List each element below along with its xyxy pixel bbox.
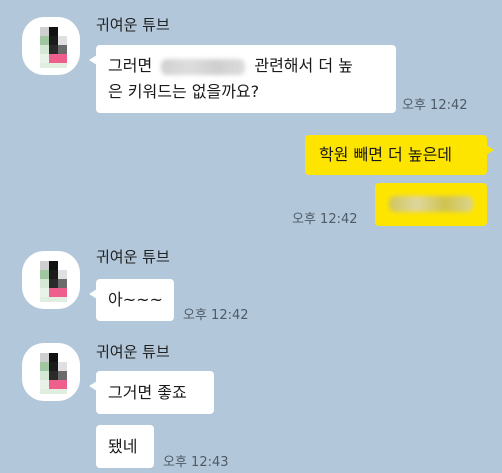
received-message-bubble[interactable]: 아~~~ xyxy=(89,279,174,321)
avatar-mosaic-image xyxy=(40,27,67,68)
sender-name: 귀여운 튜브 xyxy=(96,343,170,361)
message-timestamp: 오후 12:42 xyxy=(402,98,468,113)
message-text: 은 키워드는 없을까요? xyxy=(108,82,260,101)
sent-message-bubble[interactable]: 학원 빼면 더 높은데 xyxy=(305,135,494,175)
message-timestamp: 오후 12:43 xyxy=(163,455,229,470)
message-text: 그러면 xyxy=(108,56,153,75)
avatar-mosaic-image xyxy=(40,353,67,394)
received-message-bubble[interactable]: 됐네 xyxy=(96,425,154,468)
received-message-bubble[interactable]: 그거면 좋죠 xyxy=(89,371,214,414)
sent-message-bubble-redacted[interactable] xyxy=(375,183,487,226)
avatar-mosaic-image xyxy=(40,261,67,302)
redacted-text xyxy=(389,196,473,212)
message-line: 그러면 관련해서 더 높 xyxy=(108,53,384,79)
sender-name: 귀여운 튜브 xyxy=(96,248,170,266)
sender-name: 귀여운 튜브 xyxy=(96,16,170,34)
profile-avatar[interactable] xyxy=(22,17,80,75)
message-text: 그거면 좋죠 xyxy=(108,383,187,402)
profile-avatar[interactable] xyxy=(22,343,80,401)
message-text: 됐네 xyxy=(108,437,138,456)
profile-avatar[interactable] xyxy=(22,251,80,309)
message-text: 아~~~ xyxy=(108,290,163,309)
message-timestamp: 오후 12:42 xyxy=(292,212,358,227)
message-timestamp: 오후 12:42 xyxy=(183,308,249,323)
message-text: 관련해서 더 높 xyxy=(254,56,353,75)
message-text: 학원 빼면 더 높은데 xyxy=(319,145,453,164)
received-message-bubble[interactable]: 그러면 관련해서 더 높 은 키워드는 없을까요? xyxy=(89,45,396,113)
redacted-text xyxy=(161,58,246,75)
